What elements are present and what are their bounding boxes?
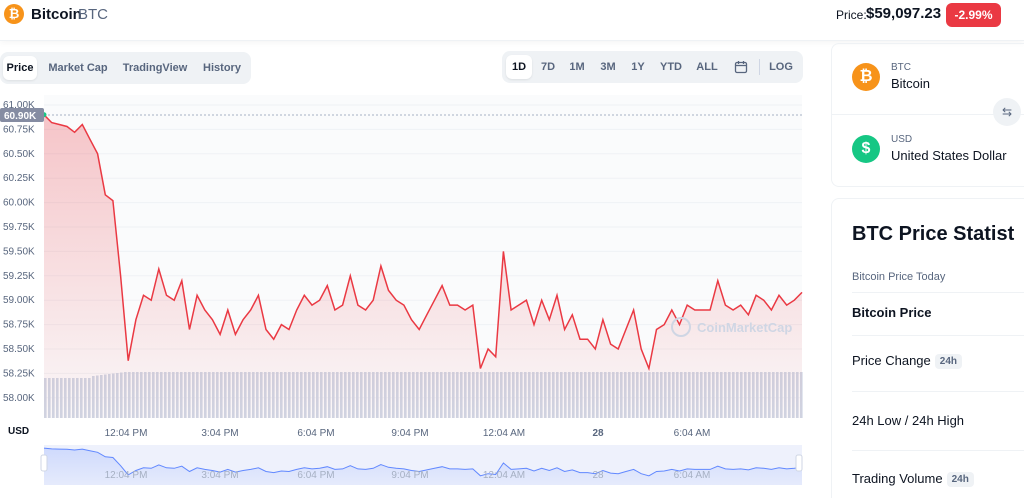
stats-divider xyxy=(852,292,1024,293)
range-all[interactable]: ALL xyxy=(692,55,722,79)
x-tick-label: 28 xyxy=(592,428,604,439)
x-tick-label: 3:04 PM xyxy=(201,428,238,439)
converter-to[interactable]: $ USD United States Dollar xyxy=(832,115,1024,185)
stat-trading-volume: Trading Volume 24h xyxy=(852,471,974,488)
stats-divider xyxy=(852,335,1024,336)
price-chart[interactable]: 61.00K60.75K60.50K60.25K60.00K59.75K59.5… xyxy=(0,95,810,497)
bitcoin-icon: ₿ xyxy=(4,4,24,24)
open-price-marker-label: 60.90K xyxy=(4,111,37,122)
navigator-handle-right[interactable] xyxy=(795,454,803,472)
top-bar: ₿ Bitcoin BTC Price: $59,097.23 -2.99% xyxy=(0,0,1024,41)
navigator-tick-label: 6:04 PM xyxy=(297,470,334,481)
tab-market-cap[interactable]: Market Cap xyxy=(44,56,112,80)
chart-tabs: Price Market Cap TradingView History xyxy=(0,52,251,84)
y-tick-label: 60.50K xyxy=(3,149,35,160)
stat-badge: 24h xyxy=(946,472,974,488)
y-tick-label: 58.00K xyxy=(3,393,35,404)
time-range-selector: 1D 7D 1M 3M 1Y YTD ALL LOG xyxy=(502,51,803,83)
stat-label: Trading Volume xyxy=(852,471,943,486)
navigator-handle-left[interactable] xyxy=(40,454,48,472)
stats-divider xyxy=(852,391,1024,392)
navigator-tick-label: 9:04 PM xyxy=(391,470,428,481)
y-tick-label: 59.50K xyxy=(3,246,35,257)
log-scale-toggle[interactable]: LOG xyxy=(765,55,797,79)
range-1m[interactable]: 1M xyxy=(564,55,590,79)
tab-history[interactable]: History xyxy=(197,56,247,80)
stat-label: Bitcoin Price xyxy=(852,305,932,320)
currency-label: USD xyxy=(8,426,29,437)
converter-from-name: Bitcoin xyxy=(891,76,931,91)
stats-title: BTC Price Statist xyxy=(852,223,1015,245)
price-statistics-panel: BTC Price Statist Bitcoin Price Today Bi… xyxy=(831,198,1024,498)
navigator-tick-label: 3:04 PM xyxy=(201,470,238,481)
stat-label: 24h Low / 24h High xyxy=(852,413,965,428)
price-value: $59,097.23 xyxy=(866,5,942,22)
navigator-tick-label: 12:04 AM xyxy=(483,470,525,481)
y-tick-label: 58.25K xyxy=(3,368,35,379)
y-tick-label: 59.00K xyxy=(3,295,35,306)
stats-subtitle: Bitcoin Price Today xyxy=(852,271,946,283)
calendar-icon[interactable] xyxy=(728,55,754,79)
x-tick-label: 12:04 AM xyxy=(483,428,525,439)
range-3m[interactable]: 3M xyxy=(594,55,622,79)
watermark-text: CoinMarketCap xyxy=(697,320,792,335)
stats-divider xyxy=(852,450,1024,451)
y-tick-label: 60.00K xyxy=(3,198,35,209)
coin-name: Bitcoin xyxy=(31,6,82,23)
tab-tradingview[interactable]: TradingView xyxy=(118,56,192,80)
range-1d[interactable]: 1D xyxy=(506,55,532,79)
range-ytd[interactable]: YTD xyxy=(654,55,688,79)
stat-badge: 24h xyxy=(934,354,963,370)
stat-label: Price Change xyxy=(852,353,931,368)
converter-to-symbol: USD xyxy=(891,134,913,145)
swap-arrows-icon[interactable]: ⇆ xyxy=(993,98,1021,126)
range-divider xyxy=(759,59,760,75)
y-tick-label: 59.75K xyxy=(3,222,35,233)
stat-bitcoin-price: Bitcoin Price xyxy=(852,305,931,320)
y-tick-label: 58.75K xyxy=(3,320,35,331)
navigator-tick-label: 6:04 AM xyxy=(674,470,711,481)
y-tick-label: 60.75K xyxy=(3,124,35,135)
tab-price[interactable]: Price xyxy=(3,56,37,80)
y-tick-label: 60.25K xyxy=(3,173,35,184)
stat-price-change: Price Change 24h xyxy=(852,353,963,370)
y-tick-label: 58.50K xyxy=(3,344,35,355)
converter-to-name: United States Dollar xyxy=(891,148,1007,163)
y-tick-label: 59.25K xyxy=(3,271,35,282)
bitcoin-icon: ₿ xyxy=(852,63,880,91)
x-tick-label: 6:04 AM xyxy=(674,428,711,439)
price-label: Price: xyxy=(836,8,867,22)
coin-symbol: BTC xyxy=(78,6,108,23)
price-change-badge: -2.99% xyxy=(946,3,1001,27)
navigator-tick-label: 12:04 PM xyxy=(105,470,148,481)
navigator-tick-label: 28 xyxy=(592,470,604,481)
stat-low-high: 24h Low / 24h High xyxy=(852,413,964,428)
x-tick-label: 9:04 PM xyxy=(391,428,428,439)
range-1y[interactable]: 1Y xyxy=(626,55,650,79)
converter-from-symbol: BTC xyxy=(891,62,911,73)
range-7d[interactable]: 7D xyxy=(535,55,561,79)
dollar-icon: $ xyxy=(852,135,880,163)
x-tick-label: 12:04 PM xyxy=(105,428,148,439)
x-tick-label: 6:04 PM xyxy=(297,428,334,439)
